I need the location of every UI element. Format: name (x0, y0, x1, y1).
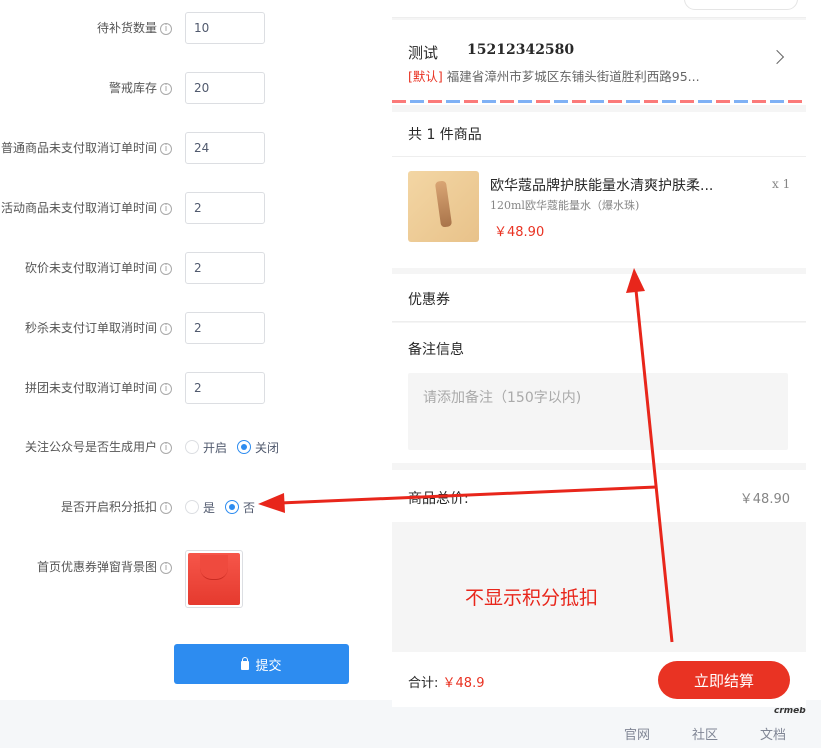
radio-label: 开启 (203, 440, 228, 455)
info-icon[interactable]: i (160, 262, 172, 275)
field-follow-user: 关注公众号是否生成用户 i 开启 关闭 (0, 431, 392, 471)
crmeb-logo: crmeb (774, 706, 806, 716)
points-radio-group: 是 否 (185, 499, 261, 515)
total-label: 商品总价: (408, 491, 469, 507)
points-radio-yes[interactable]: 是 (185, 499, 215, 516)
goods-count: 共 1 件商品 (408, 127, 482, 143)
product-image (408, 171, 479, 242)
field-label: 关注公众号是否生成用户 (24, 440, 157, 454)
field-activity-cancel-time: 活动商品未支付取消订单时间 i 2 (0, 192, 392, 232)
coupon-label: 优惠券 (408, 292, 450, 308)
checkout-button[interactable]: 立即结算 (658, 661, 790, 699)
field-normal-cancel-time: 普通商品未支付取消订单时间 i 24 (0, 132, 392, 172)
field-seckill-cancel-time: 秒杀未支付订单取消时间 i 2 (0, 312, 392, 352)
field-group-cancel-time: 拼团未支付取消订单时间 i 2 (0, 372, 392, 412)
info-icon[interactable]: i (160, 561, 172, 574)
field-bargain-cancel-time: 砍价未支付取消订单时间 i 2 (0, 252, 392, 292)
default-tag: [默认] (408, 69, 443, 84)
follow-radio-off[interactable]: 关闭 (237, 439, 279, 456)
info-icon[interactable]: i (160, 142, 172, 155)
annotation-note: 不显示积分抵扣 (465, 587, 599, 609)
radio-label: 关闭 (255, 440, 280, 455)
info-icon[interactable]: i (160, 202, 172, 215)
total-row: 商品总价: ￥48.90 (392, 470, 806, 522)
normal-cancel-time-input[interactable]: 24 (185, 132, 265, 164)
bargain-cancel-time-input[interactable]: 2 (185, 252, 265, 284)
sum-text: 合计: ￥48.9 (408, 672, 484, 691)
field-restock-qty: 待补货数量 i 10 (0, 12, 392, 52)
radio-label: 是 (203, 500, 216, 515)
total-value: ￥48.90 (739, 492, 790, 507)
remark-textarea[interactable]: 请添加备注（150字以内) (408, 373, 788, 450)
group-cancel-time-input[interactable]: 2 (185, 372, 265, 404)
goods-section: 共 1 件商品 欧华蔻品牌护肤能量水清爽护肤柔... x 1 120ml欧华蔻能… (392, 112, 806, 268)
receiver-phone: 15212342580 (467, 42, 575, 58)
product-spec: 120ml欧华蔻能量水（爆水珠) (490, 199, 640, 212)
field-label: 是否开启积分抵扣 (60, 500, 157, 514)
footer-link-community[interactable]: 社区 (692, 724, 718, 743)
product-qty: x 1 (772, 177, 791, 191)
field-label: 活动商品未支付取消订单时间 (0, 201, 157, 215)
field-label: 首页优惠券弹窗背景图 (36, 560, 157, 574)
page-footer: 官网 社区 文档 (0, 700, 821, 748)
alert-stock-input[interactable]: 20 (185, 72, 265, 104)
chevron-right-icon (769, 49, 785, 65)
product-name: 欧华蔻品牌护肤能量水清爽护肤柔... (490, 178, 714, 194)
info-icon[interactable]: i (160, 82, 172, 95)
bottle-graphic (434, 180, 453, 228)
field-label: 砍价未支付取消订单时间 (24, 261, 157, 275)
field-label: 普通商品未支付取消订单时间 (0, 141, 157, 155)
coupon-row[interactable]: 优惠券 (392, 274, 806, 322)
field-label: 待补货数量 (96, 21, 157, 35)
radio-label: 否 (243, 500, 256, 515)
info-icon[interactable]: i (160, 501, 172, 514)
coupon-popup-thumbnail (188, 553, 240, 605)
restock-qty-input[interactable]: 10 (185, 12, 265, 44)
remark-title: 备注信息 (408, 342, 464, 358)
follow-radio-on[interactable]: 开启 (185, 439, 227, 456)
product-price: ￥48.90 (494, 225, 545, 240)
field-label: 拼团未支付取消订单时间 (24, 381, 157, 395)
remark-section: 备注信息 请添加备注（150字以内) (392, 323, 806, 463)
footer-link-website[interactable]: 官网 (624, 724, 650, 743)
radio-circle (185, 440, 199, 454)
seckill-cancel-time-input[interactable]: 2 (185, 312, 265, 344)
receiver-name: 测试 (408, 44, 439, 62)
preview-top-bar (392, 0, 806, 18)
sum-value: ￥48.9 (442, 676, 485, 691)
mobile-order-preview: 测试 15212342580 [默认] 福建省漳州市芗城区东铺头街道胜利西路95… (392, 0, 806, 707)
submit-button[interactable]: 提交 (174, 644, 349, 684)
popup-bg-image-upload[interactable] (185, 550, 243, 608)
info-icon[interactable]: i (160, 322, 172, 335)
field-label: 警戒库存 (108, 81, 157, 95)
field-label: 秒杀未支付订单取消时间 (24, 321, 157, 335)
sum-label: 合计: (408, 676, 439, 691)
page: 待补货数量 i 10 警戒库存 i 20 普通商品未支付取消订单时间 i 24 活动商… (0, 0, 821, 748)
checkout-bar: 合计: ￥48.9 立即结算 (392, 652, 806, 707)
address-detail: 福建省漳州市芗城区东铺头街道胜利西路95... (446, 69, 700, 84)
follow-radio-group: 开启 关闭 (185, 439, 285, 455)
activity-cancel-time-input[interactable]: 2 (185, 192, 265, 224)
info-icon[interactable]: i (160, 22, 172, 35)
checkout-label: 立即结算 (693, 671, 754, 690)
field-alert-stock: 警戒库存 i 20 (0, 72, 392, 112)
lock-icon (241, 656, 250, 670)
field-points-deduct: 是否开启积分抵扣 i 是 否 (0, 491, 392, 531)
address-line: [默认] 福建省漳州市芗城区东铺头街道胜利西路95... (408, 66, 700, 85)
submit-label: 提交 (255, 658, 282, 674)
info-icon[interactable]: i (160, 382, 172, 395)
capsule-menu (684, 0, 798, 10)
points-radio-no[interactable]: 否 (225, 499, 255, 516)
info-icon[interactable]: i (160, 441, 172, 454)
address-stripe-divider (392, 100, 806, 103)
remark-placeholder: 请添加备注（150字以内) (423, 390, 582, 406)
address-card[interactable]: 测试 15212342580 [默认] 福建省漳州市芗城区东铺头街道胜利西路95… (392, 20, 806, 105)
radio-circle-checked (225, 500, 240, 514)
footer-link-docs[interactable]: 文档 (760, 724, 786, 743)
radio-circle-checked (237, 440, 252, 454)
divider (392, 156, 806, 157)
settings-form: 待补货数量 i 10 警戒库存 i 20 普通商品未支付取消订单时间 i 24 活动商… (0, 0, 392, 700)
radio-circle (185, 500, 199, 514)
